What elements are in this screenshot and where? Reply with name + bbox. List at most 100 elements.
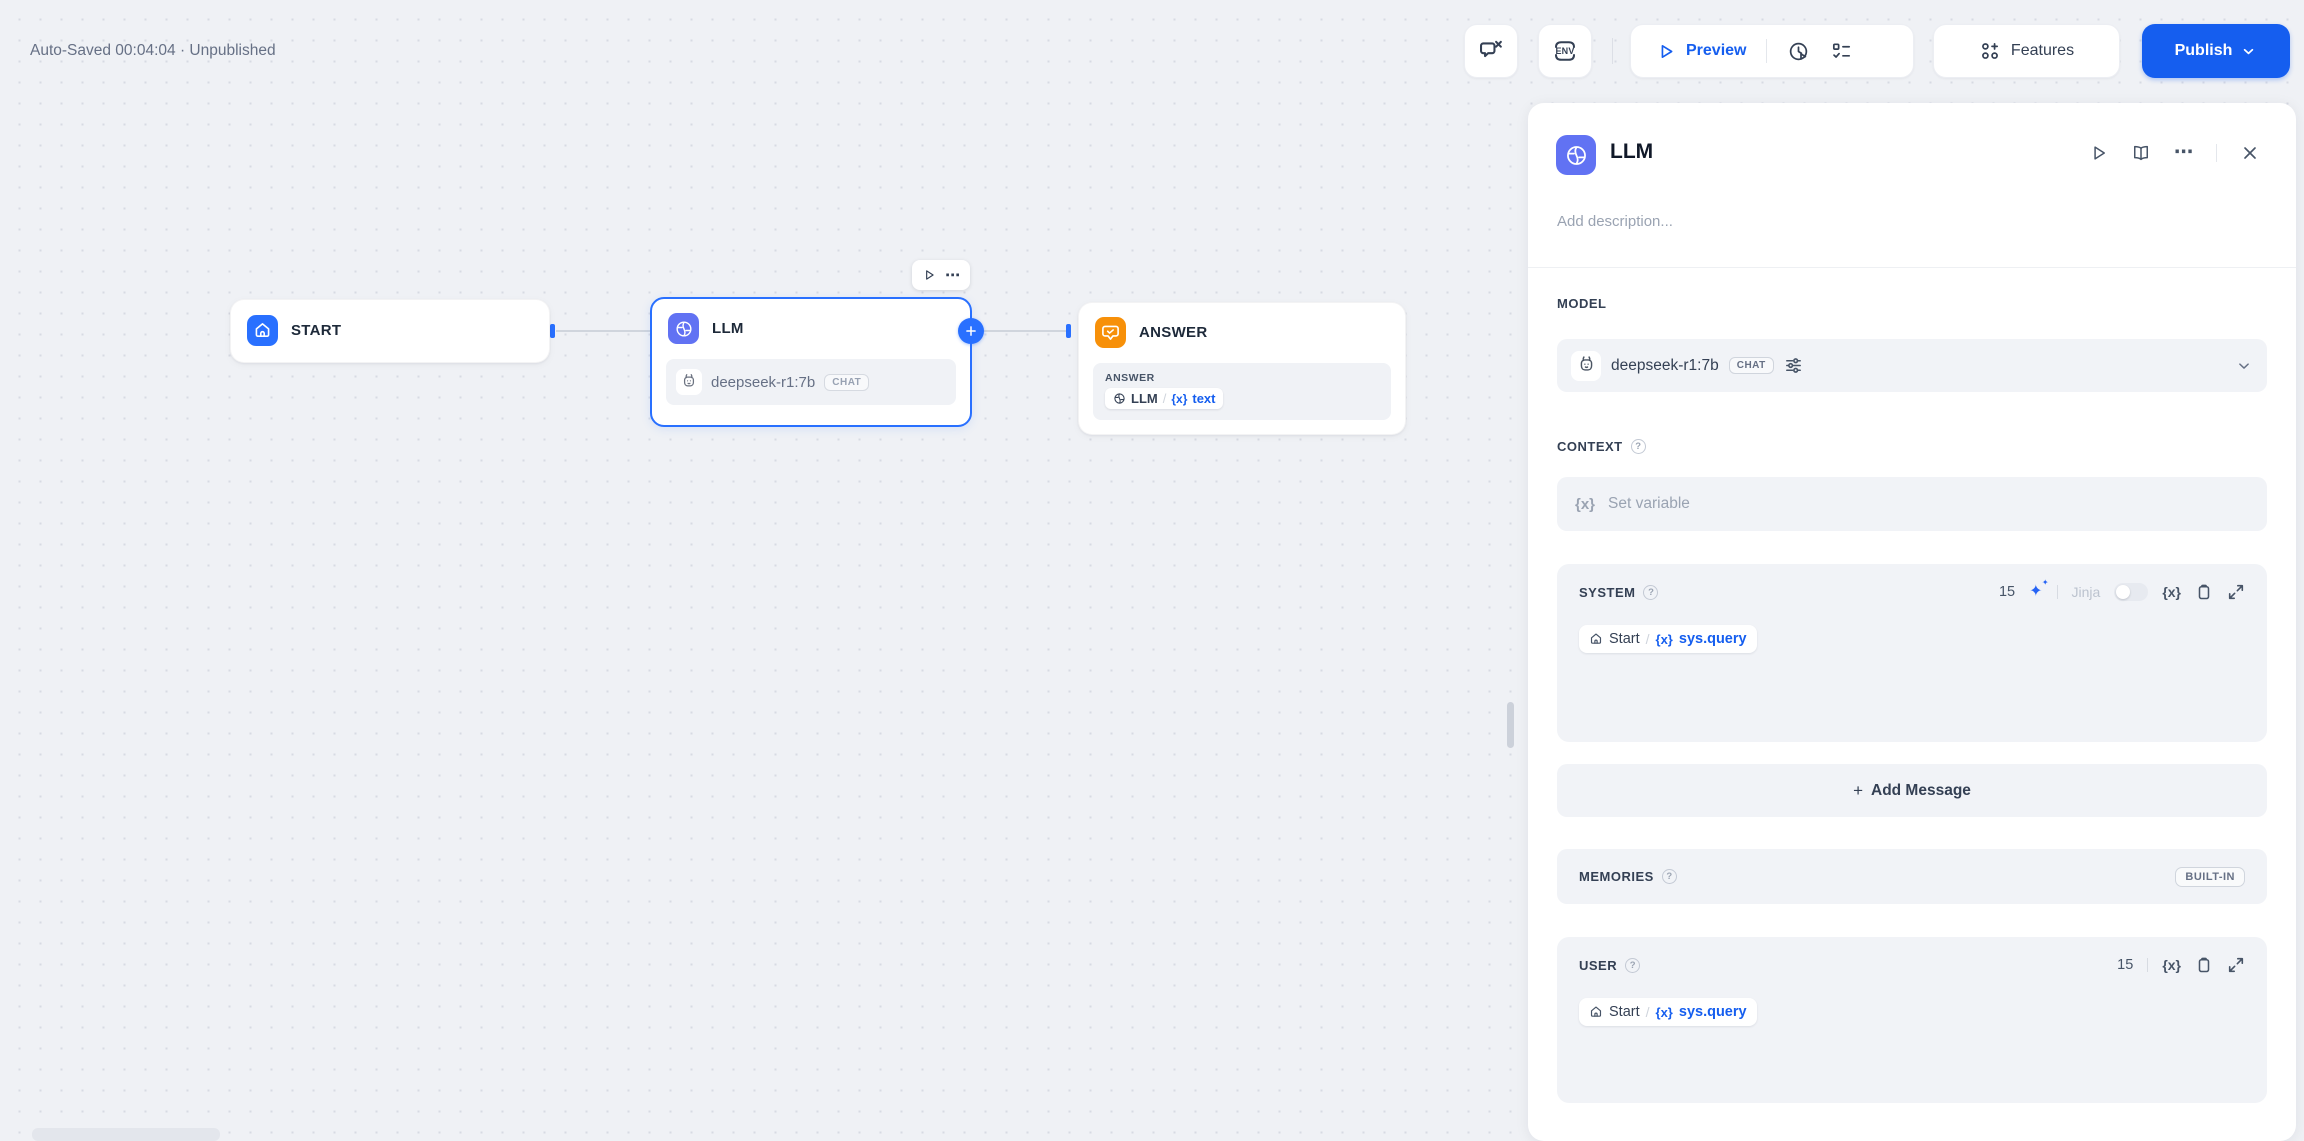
- panel-title: LLM: [1610, 140, 1654, 163]
- system-prompt-card: SYSTEM ? 15 ✦ ✦ Jinja {x} Start / {x} sy…: [1557, 564, 2267, 742]
- home-icon: [1589, 632, 1603, 646]
- expand-icon[interactable]: [2227, 956, 2245, 974]
- node-title: LLM: [712, 320, 744, 337]
- ollama-icon: [1571, 350, 1601, 381]
- model-name: deepseek-r1:7b: [711, 373, 816, 391]
- insert-variable-icon[interactable]: {x}: [2162, 584, 2181, 600]
- actions-divider: [2216, 144, 2217, 162]
- run-history-icon[interactable]: [1787, 40, 1810, 63]
- model-selector[interactable]: deepseek-r1:7b CHAT: [1557, 339, 2267, 392]
- more-options-icon[interactable]: ⋯: [945, 268, 960, 283]
- vertical-scrollbar[interactable]: [1507, 702, 1514, 748]
- help-icon[interactable]: ?: [1643, 584, 1659, 600]
- help-icon[interactable]: ?: [1625, 957, 1641, 973]
- env-variables-button[interactable]: ENV: [1538, 24, 1592, 78]
- run-toolbar-group: Preview: [1630, 24, 1914, 78]
- help-icon[interactable]: ?: [1630, 439, 1646, 454]
- panel-divider: [1528, 267, 2296, 268]
- node-title: ANSWER: [1139, 324, 1208, 341]
- node-title: START: [291, 322, 342, 339]
- features-button[interactable]: Features: [1933, 24, 2120, 78]
- variable-icon: {x}: [1655, 1004, 1673, 1020]
- node-config-panel: LLM ⋯ Add description... MODEL deepseek-…: [1528, 103, 2296, 1141]
- ollama-icon: [676, 369, 702, 395]
- chip-node-name: Start: [1609, 1004, 1640, 1020]
- answer-output-box: ANSWER LLM / {x} text: [1093, 363, 1391, 420]
- tools-divider: [2056, 585, 2058, 599]
- publish-button[interactable]: Publish: [2142, 24, 2290, 78]
- expand-icon[interactable]: [2227, 583, 2245, 601]
- toolbar-divider: [1612, 38, 1613, 64]
- chat-annotation-icon: [1478, 38, 1504, 64]
- help-icon[interactable]: ?: [1661, 869, 1677, 884]
- run-node-icon[interactable]: [922, 268, 936, 282]
- brain-icon: [1113, 392, 1126, 405]
- context-placeholder: Set variable: [1608, 495, 1690, 512]
- env-icon: ENV: [1551, 37, 1579, 65]
- autosave-status: Auto-Saved 00:04:04 · Unpublished: [30, 42, 276, 59]
- add-message-button[interactable]: + Add Message: [1557, 764, 2267, 817]
- memories-section-label: MEMORIES: [1579, 869, 1654, 884]
- context-variable-input[interactable]: {x} Set variable: [1557, 477, 2267, 531]
- system-variable-chip[interactable]: Start / {x} sys.query: [1579, 625, 1757, 653]
- copy-icon[interactable]: [2195, 956, 2213, 974]
- memories-card: MEMORIES ? BUILT-IN: [1557, 849, 2267, 904]
- variable-icon: {x}: [1575, 495, 1596, 513]
- llm-panel-icon: [1556, 135, 1596, 175]
- horizontal-scrollbar[interactable]: [32, 1128, 220, 1141]
- chip-variable-name: sys.query: [1678, 631, 1747, 647]
- panel-actions: ⋯: [2088, 143, 2260, 163]
- chip-node-name: Start: [1609, 631, 1640, 647]
- group-divider: [1766, 39, 1768, 63]
- annotation-toggle-button[interactable]: [1464, 24, 1518, 78]
- answer-bubble-icon: [1095, 317, 1126, 348]
- edge-start-to-llm[interactable]: [556, 330, 650, 332]
- publish-label: Publish: [2174, 42, 2233, 59]
- chip-variable-name: text: [1192, 391, 1216, 406]
- chevron-down-icon: [2235, 357, 2253, 375]
- user-prompt-card: USER ? 15 {x} Start / {x} sys.query: [1557, 937, 2267, 1103]
- answer-variable-chip[interactable]: LLM / {x} text: [1105, 388, 1224, 409]
- chevron-down-icon: [2240, 43, 2257, 60]
- close-icon[interactable]: [2240, 143, 2260, 163]
- preview-play-icon[interactable]: [1655, 41, 1676, 62]
- model-mode-badge: CHAT: [1728, 357, 1774, 374]
- jinja-toggle[interactable]: [2114, 583, 2149, 601]
- user-variable-chip[interactable]: Start / {x} sys.query: [1579, 998, 1757, 1026]
- answer-node[interactable]: ANSWER ANSWER LLM / {x} text: [1078, 302, 1406, 435]
- add-message-label: Add Message: [1871, 781, 1971, 799]
- edge-llm-to-answer[interactable]: [984, 330, 1067, 332]
- llm-node[interactable]: LLM deepseek-r1:7b CHAT: [650, 297, 972, 427]
- model-section-label: MODEL: [1557, 296, 1607, 311]
- insert-variable-icon[interactable]: {x}: [2162, 957, 2181, 973]
- chip-separator: /: [1162, 391, 1167, 406]
- token-count: 15: [1998, 584, 2016, 600]
- run-node-icon[interactable]: [2088, 143, 2108, 163]
- chip-separator: /: [1645, 631, 1650, 647]
- chip-node-name: LLM: [1131, 391, 1158, 406]
- edge-handle-start[interactable]: [550, 324, 555, 338]
- copy-icon[interactable]: [2195, 583, 2213, 601]
- jinja-label: Jinja: [2071, 584, 2101, 600]
- docs-book-icon[interactable]: [2131, 143, 2151, 163]
- builtin-badge: BUILT-IN: [2175, 866, 2245, 887]
- edge-handle-answer[interactable]: [1066, 324, 1071, 338]
- add-next-node-button[interactable]: [958, 318, 984, 344]
- features-icon: [1979, 40, 2001, 62]
- preview-button[interactable]: Preview: [1686, 42, 1746, 60]
- chip-variable-name: sys.query: [1678, 1004, 1747, 1020]
- checklist-icon[interactable]: [1830, 40, 1853, 63]
- variable-icon: {x}: [1171, 391, 1188, 406]
- brain-icon: [668, 313, 699, 344]
- variable-icon: {x}: [1655, 631, 1673, 647]
- description-input[interactable]: Add description...: [1557, 213, 1673, 230]
- prompt-generator-icon[interactable]: ✦ ✦: [2029, 579, 2048, 600]
- token-count: 15: [2117, 957, 2134, 973]
- system-section-label: SYSTEM: [1579, 584, 1636, 600]
- node-model-row: deepseek-r1:7b CHAT: [666, 359, 956, 405]
- plus-icon: +: [1853, 780, 1863, 800]
- model-params-icon[interactable]: [1784, 356, 1803, 375]
- answer-output-label: ANSWER: [1105, 372, 1155, 384]
- home-icon: [1589, 1005, 1603, 1019]
- start-node[interactable]: START: [230, 299, 550, 363]
